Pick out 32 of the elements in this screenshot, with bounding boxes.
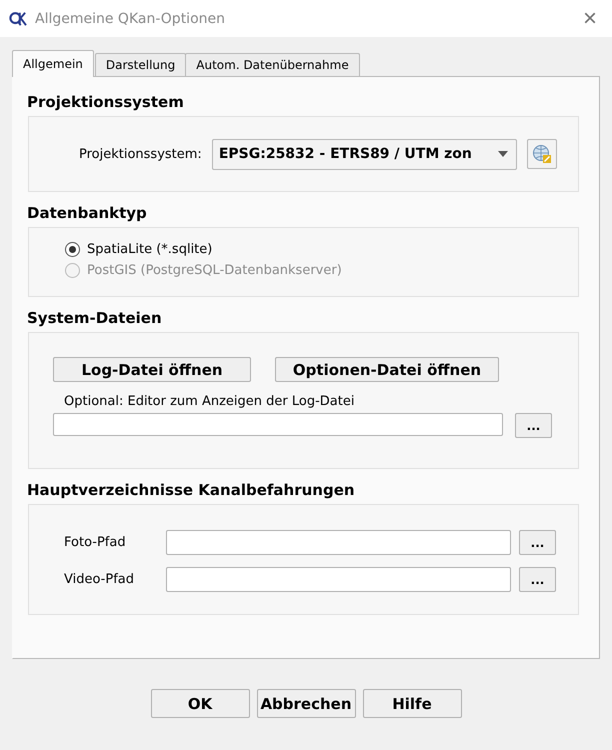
- open-file-button[interactable]: Optionen-Datei öffnen: [275, 357, 499, 382]
- section-heading: Hauptverzeichnisse Kanalbefahrungen: [27, 481, 356, 499]
- field-label: Foto-Pfad: [64, 535, 127, 550]
- tab[interactable]: Allgemein: [12, 50, 94, 77]
- radio-label: PostGIS (PostgreSQL-Datenbankserver): [87, 263, 342, 278]
- globe-icon: [532, 144, 552, 164]
- window-title: Allgemeine QKan-Optionen: [35, 10, 226, 26]
- browse-button[interactable]: ...: [515, 413, 552, 438]
- caret-icon: [498, 151, 508, 157]
- browse-button[interactable]: ...: [519, 567, 556, 592]
- section-heading: Projektionssystem: [27, 93, 185, 111]
- section-heading: System-Dateien: [27, 309, 163, 327]
- projection-dropdown[interactable]: EPSG:25832 - ETRS89 / UTM zon: [212, 138, 517, 170]
- dialog-button[interactable]: Abbrechen: [256, 689, 356, 718]
- field-label: Video-Pfad: [64, 572, 135, 587]
- editor-path-field[interactable]: [53, 413, 503, 436]
- section-heading: Datenbanktyp: [27, 204, 148, 222]
- dialog-button[interactable]: OK: [150, 689, 250, 718]
- radio-button[interactable]: [65, 242, 80, 257]
- projection-select-button[interactable]: [526, 139, 557, 169]
- tab[interactable]: Darstellung: [94, 53, 186, 76]
- path-field[interactable]: [166, 567, 511, 592]
- tab[interactable]: Autom. Datenübernahme: [185, 53, 360, 76]
- radio-label: SpatiaLite (*.sqlite): [87, 242, 212, 257]
- browse-button[interactable]: ...: [519, 530, 556, 555]
- field-label: Optional: Editor zum Anzeigen der Log-Datei: [64, 394, 356, 409]
- path-field[interactable]: [166, 530, 511, 555]
- field-label: Projektionssystem:: [79, 146, 202, 162]
- close-button[interactable]: ×: [568, 0, 612, 37]
- app-logo-icon: [9, 10, 27, 26]
- open-file-button[interactable]: Log-Datei öffnen: [53, 357, 251, 382]
- dialog-button[interactable]: Hilfe: [362, 689, 462, 718]
